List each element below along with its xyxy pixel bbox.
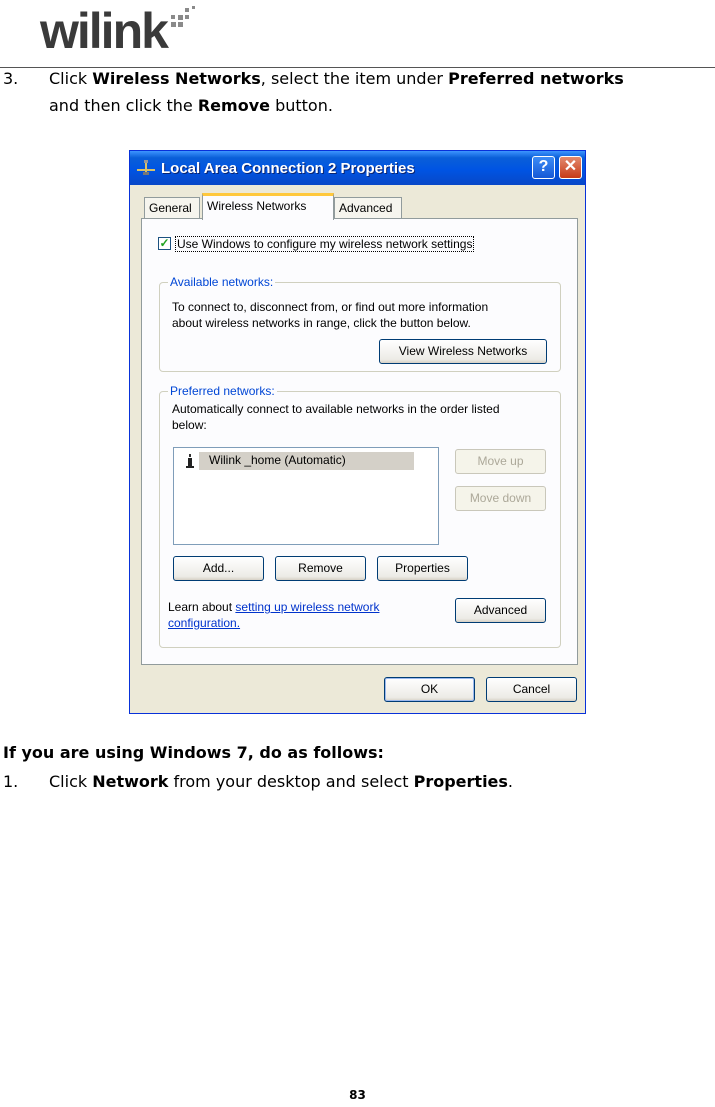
remove-button[interactable]: Remove xyxy=(275,556,366,581)
step-text: Click Network from your desktop and sele… xyxy=(49,770,513,794)
available-text-line-1: To connect to, disconnect from, or find … xyxy=(172,300,489,314)
windows7-heading: If you are using Windows 7, do as follow… xyxy=(3,743,384,762)
tab-advanced[interactable]: Advanced xyxy=(334,197,402,219)
help-button[interactable]: ? xyxy=(532,156,555,179)
wireless-networks-term: Wireless Networks xyxy=(92,69,261,88)
view-wireless-networks-button[interactable]: View Wireless Networks xyxy=(379,339,547,364)
move-up-button[interactable]: Move up xyxy=(455,449,546,474)
properties-term: Properties xyxy=(413,772,508,791)
ok-button[interactable]: OK xyxy=(384,677,475,702)
available-networks-group: Available networks: To connect to, disco… xyxy=(159,275,561,372)
step-3-line-2: and then click the Remove button. xyxy=(49,94,333,118)
network-connection-icon xyxy=(137,160,155,175)
wilink-logo: wilink xyxy=(38,2,198,60)
preferred-networks-title: Preferred networks: xyxy=(168,384,277,398)
available-text-line-2: about wireless networks in range, click … xyxy=(172,316,471,330)
learn-about-line-1: Learn about setting up wireless network xyxy=(168,599,379,615)
use-windows-checkbox[interactable]: ✓ xyxy=(158,237,171,250)
step-text-middle: , select the item under xyxy=(260,69,449,88)
step-line2-prefix: and then click the xyxy=(49,96,198,115)
use-windows-label: Use Windows to configure my wireless net… xyxy=(175,236,475,252)
setup-wireless-link[interactable]: setting up wireless network xyxy=(235,600,379,614)
properties-button[interactable]: Properties xyxy=(377,556,468,581)
available-networks-title: Available networks: xyxy=(168,275,276,289)
dialog-title: Local Area Connection 2 Properties xyxy=(161,160,415,177)
add-button[interactable]: Add... xyxy=(173,556,264,581)
step-text-prefix: Click xyxy=(49,772,93,791)
preferred-networks-list[interactable]: Wilink _home (Automatic) xyxy=(173,447,439,545)
step-number: 1. xyxy=(3,772,19,791)
step-text-prefix: Click xyxy=(49,69,93,88)
cancel-button[interactable]: Cancel xyxy=(486,677,577,702)
list-item[interactable]: Wilink _home (Automatic) xyxy=(199,452,414,470)
logo-dots-graphic xyxy=(171,4,199,30)
configuration-link[interactable]: configuration. xyxy=(168,616,240,630)
logo-wordmark: wilink xyxy=(40,3,169,59)
preferred-text-line-2: below: xyxy=(172,418,207,432)
remove-term: Remove xyxy=(197,96,270,115)
close-button[interactable]: ✕ xyxy=(559,156,582,179)
step-text: Click Wireless Networks, select the item… xyxy=(49,67,624,91)
step-line2-suffix: button. xyxy=(269,96,333,115)
learn-about-line-2: configuration. xyxy=(168,615,240,631)
tab-wireless-networks[interactable]: Wireless Networks xyxy=(202,193,334,220)
network-term: Network xyxy=(92,772,169,791)
preferred-networks-term: Preferred networks xyxy=(448,69,624,88)
properties-dialog: Local Area Connection 2 Properties ? ✕ G… xyxy=(129,150,586,714)
page-number: 83 xyxy=(349,1088,366,1102)
network-name: Wilink _home (Automatic) xyxy=(209,453,346,467)
wireless-network-icon xyxy=(186,454,194,468)
learn-about-prefix: Learn about xyxy=(168,600,236,614)
step-text-middle: from your desktop and select xyxy=(168,772,414,791)
advanced-button[interactable]: Advanced xyxy=(455,598,546,623)
tab-general[interactable]: General xyxy=(144,197,200,219)
step-text-suffix: . xyxy=(507,772,514,791)
dialog-titlebar[interactable]: Local Area Connection 2 Properties ? ✕ xyxy=(130,151,585,185)
preferred-text-line-1: Automatically connect to available netwo… xyxy=(172,402,500,416)
step-number: 3. xyxy=(3,69,19,88)
move-down-button[interactable]: Move down xyxy=(455,486,546,511)
preferred-networks-group: Preferred networks: Automatically connec… xyxy=(159,384,561,648)
